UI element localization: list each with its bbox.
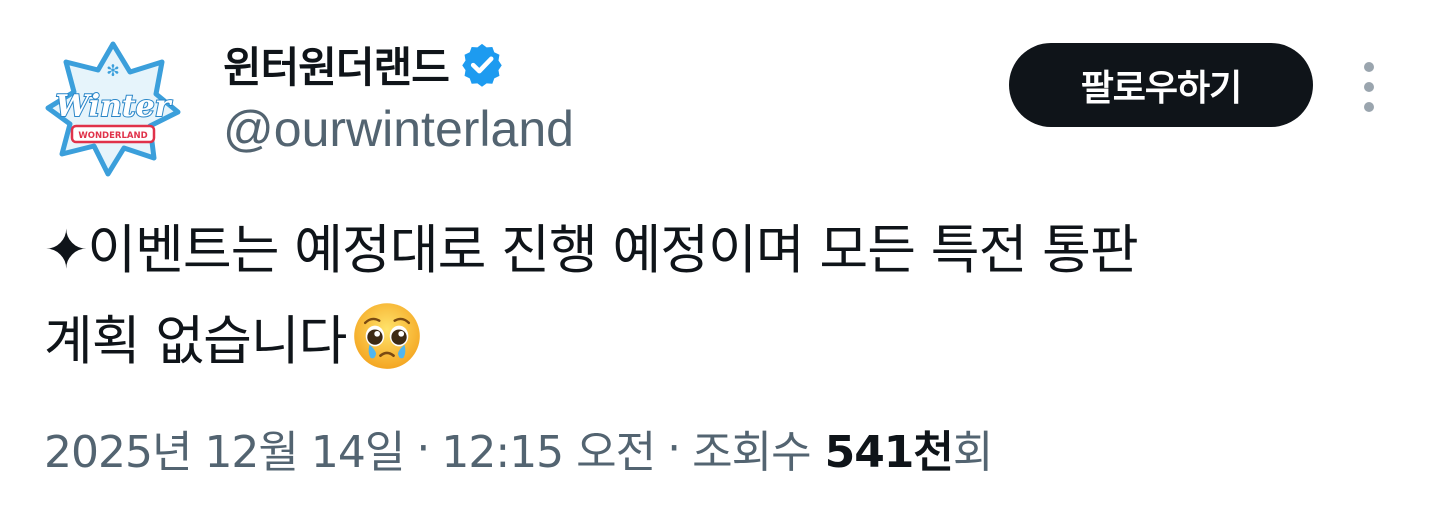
tweet-line-1: ✦이벤트는 예정대로 진행 예정이며 모든 특전 통판 [44, 220, 1139, 281]
winter-wonderland-logo: ✻ Winter WONDERLAND [38, 32, 188, 182]
logo-title-text: Winter [55, 89, 172, 124]
logo-subtitle-text: WONDERLAND [78, 131, 147, 141]
pleading-face-with-tears-icon [354, 303, 421, 369]
meta-separator: · [416, 422, 430, 474]
views-count: 541천 [824, 427, 954, 478]
views-label: 조회수 [692, 427, 811, 478]
avatar[interactable]: ✻ Winter WONDERLAND [38, 32, 188, 182]
views-suffix: 회 [952, 427, 993, 478]
follow-button[interactable]: 팔로우하기 [1009, 43, 1313, 127]
more-vertical-icon[interactable] [1354, 62, 1384, 112]
display-name-row[interactable]: 윈터원더랜드 [223, 34, 505, 94]
tweet-time[interactable]: 12:15 오전 [441, 416, 656, 480]
tweet-line-2: 계획 없습니다 [44, 296, 1404, 387]
user-handle[interactable]: @ourwinterland [223, 100, 574, 158]
tweet-meta: 2025년 12월 14일 · 12:15 오전 · 조회수 541천 회 [44, 420, 993, 479]
tweet-date[interactable]: 2025년 12월 14일 [44, 416, 405, 480]
svg-text:✻: ✻ [106, 61, 119, 80]
tweet-text: ✦이벤트는 예정대로 진행 예정이며 모든 특전 통판 계획 없습니다 [44, 205, 1404, 387]
verified-badge-icon [462, 43, 502, 87]
display-name[interactable]: 윈터원더랜드 [223, 34, 450, 95]
meta-separator: · [667, 422, 681, 474]
tweet-line-2-text: 계획 없습니다 [44, 311, 347, 372]
